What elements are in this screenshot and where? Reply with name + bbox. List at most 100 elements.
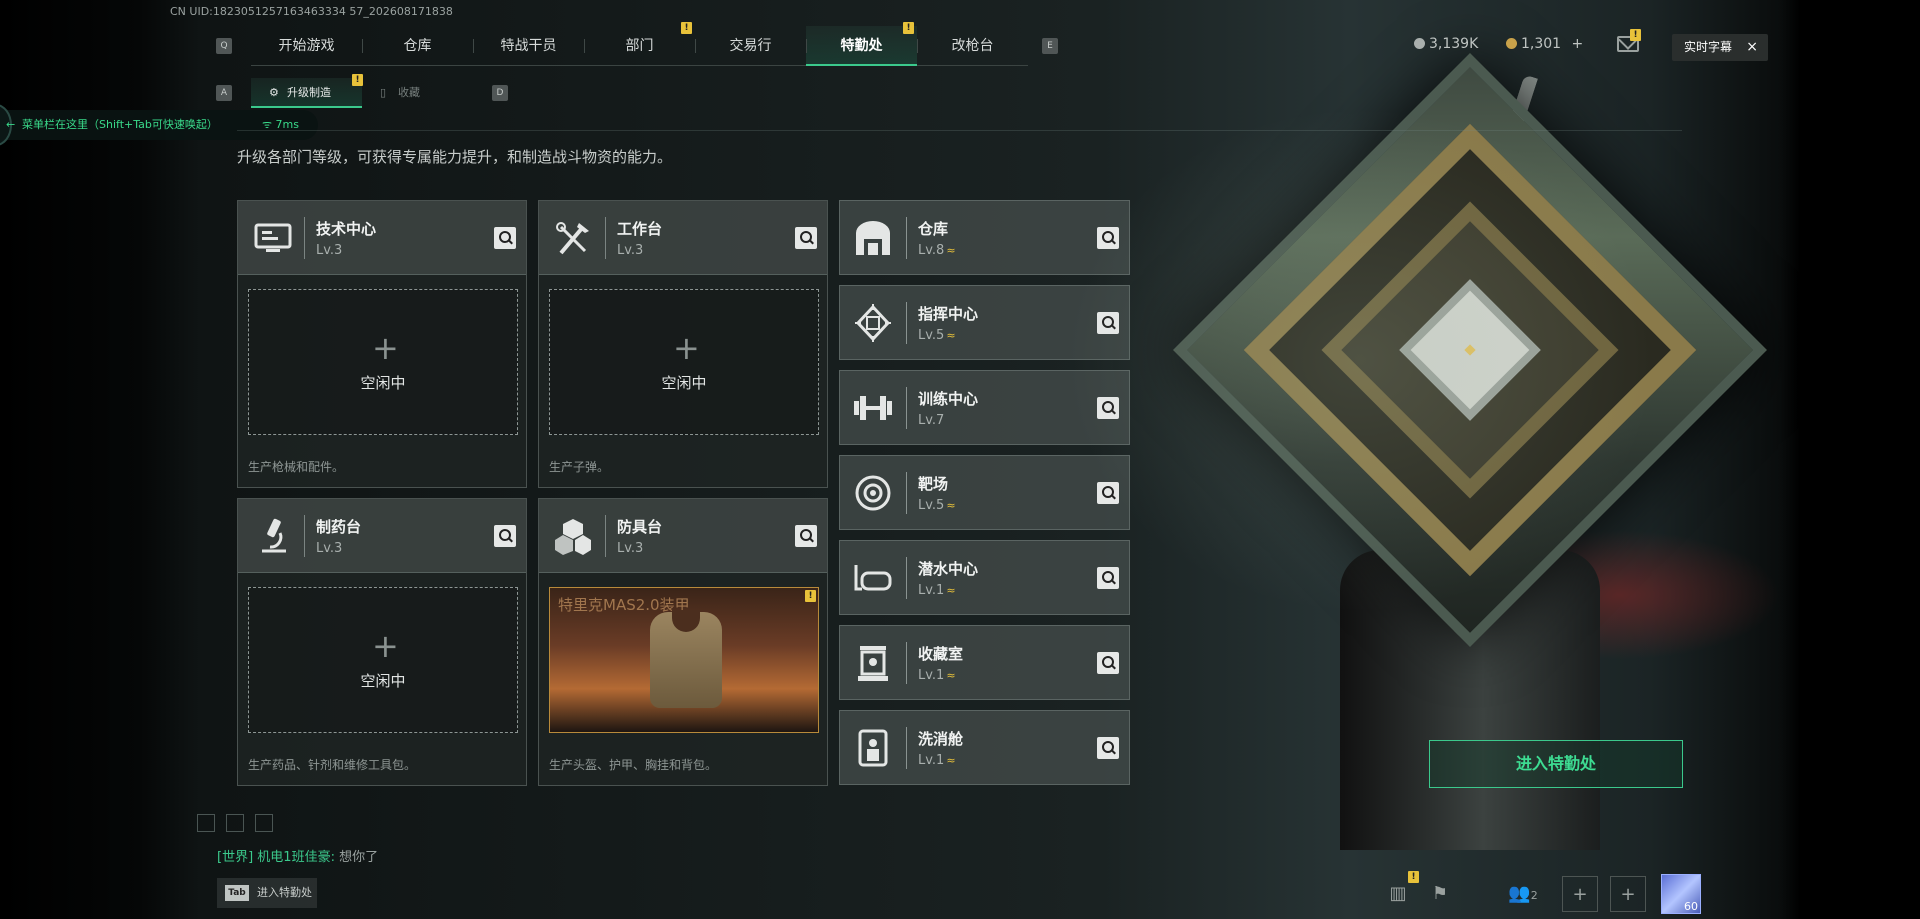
tab-operators[interactable]: 特战干员 [473, 26, 584, 66]
ping-indicator: ᯤ 7ms [262, 118, 299, 131]
workshop-header: 制药台 Lv.3 [238, 499, 526, 573]
plus-icon: + [673, 329, 700, 367]
tab-trading[interactable]: 交易行 [695, 26, 806, 66]
upgrade-available-icon: ≈ [946, 754, 956, 767]
facility-name: 洗消舱 [918, 730, 964, 748]
craft-slot[interactable]: + 空闲中 [549, 289, 819, 435]
search-icon[interactable] [1097, 397, 1119, 419]
close-icon[interactable]: × [1746, 34, 1758, 61]
slot-status: 空闲中 [360, 672, 406, 690]
workshop-card-pharmacy[interactable]: 制药台 Lv.3 + 空闲中 生产药品、针剂和维修工具包。 [237, 498, 527, 786]
flag-icon[interactable]: ⚑ [1422, 876, 1458, 912]
add-gold-button[interactable]: + [1572, 36, 1584, 52]
workshop-level: Lv.3 [617, 541, 644, 556]
workshop-description: 生产枪械和配件。 [248, 460, 345, 474]
tab-gunsmith[interactable]: 改枪台 [917, 26, 1028, 66]
slot-status: 空闲中 [661, 374, 707, 392]
facility-decon-pod[interactable]: 洗消舱 Lv.1 ≈ [839, 710, 1130, 785]
silver-currency: 3,139K [1414, 36, 1478, 52]
enter-special-ops-button[interactable]: 进入特勤处 [1429, 740, 1683, 788]
tab-special-ops[interactable]: 特勤处 [806, 26, 917, 66]
prev-subtab-key[interactable]: A [216, 85, 232, 101]
plus-icon: + [372, 329, 399, 367]
game-screen: CN UID:1823051257163463334 57_2026081718… [0, 0, 1920, 919]
craft-slot[interactable]: + 空闲中 [248, 289, 518, 435]
page-description: 升级各部门等级，可获得专属能力提升，和制造战斗物资的能力。 [237, 148, 673, 166]
warehouse-icon [856, 221, 890, 255]
chat-tab-icon[interactable] [255, 814, 273, 832]
tab-hint-label: 进入特勤处 [257, 886, 312, 899]
subtitle-label: 实时字幕 [1684, 40, 1733, 54]
tab-shortcut-hint[interactable]: Tab 进入特勤处 [217, 878, 317, 908]
friends-button[interactable]: 👥2 [1498, 876, 1548, 912]
player-avatar[interactable]: 60 [1661, 874, 1701, 914]
mail-alert-badge: ! [1630, 29, 1641, 41]
upgrade-available-icon: ≈ [946, 669, 956, 682]
workshop-name: 技术中心 [316, 220, 377, 238]
subtab-label: 升级制造 [287, 86, 331, 99]
chat-text: 想你了 [339, 850, 379, 865]
search-icon[interactable] [1097, 567, 1119, 589]
chat-message[interactable]: [世界] 机电1班佳豪: 想你了 [217, 846, 378, 865]
search-icon[interactable] [1097, 482, 1119, 504]
workshop-header: 工作台 Lv.3 [539, 201, 827, 275]
collection-icon: ▯ [380, 86, 387, 99]
arrow-left-icon: ← [6, 118, 16, 131]
facility-training-center[interactable]: 训练中心 Lv.7 [839, 370, 1130, 445]
tab-warehouse[interactable]: 仓库 [362, 26, 473, 66]
search-icon[interactable] [795, 227, 817, 249]
tab-departments[interactable]: 部门 [584, 26, 695, 66]
workshop-card-tech-center[interactable]: 技术中心 Lv.3 + 空闲中 生产枪械和配件。 [237, 200, 527, 488]
next-subtab-key[interactable]: D [492, 85, 508, 101]
facility-name: 潜水中心 [918, 560, 979, 578]
search-icon[interactable] [494, 227, 516, 249]
facility-shooting-range[interactable]: 靶场 Lv.5 ≈ [839, 455, 1130, 530]
facility-level: Lv.5 ≈ [918, 328, 956, 343]
facility-command-center[interactable]: 指挥中心 Lv.5 ≈ [839, 285, 1130, 360]
gold-currency[interactable]: 1,301 + [1506, 36, 1583, 52]
subtab-label: 收藏 [398, 86, 420, 99]
subtab-collection[interactable]: ▯ 收藏 [362, 78, 473, 108]
workshop-description: 生产头盔、护甲、胸挂和背包。 [549, 758, 718, 772]
craft-slot[interactable]: + 空闲中 [248, 587, 518, 733]
tab-start-game[interactable]: 开始游戏 [251, 26, 362, 66]
workshop-card-armor[interactable]: 防具台 Lv.3 特里克MAS2.0装甲 ! 生产头盔、护甲、胸挂和背包。 [538, 498, 828, 786]
upgrade-available-icon: ≈ [946, 584, 956, 597]
upgrade-available-icon: ≈ [946, 499, 956, 512]
crafting-item-slot[interactable]: 特里克MAS2.0装甲 ! [549, 587, 819, 733]
search-icon[interactable] [1097, 737, 1119, 759]
menu-hint-bar[interactable]: ← 菜单栏在这里（Shift+Tab可快速唤起） ᯤ 7ms [0, 104, 318, 146]
facility-level: Lv.8 ≈ [918, 243, 956, 258]
facility-warehouse[interactable]: 仓库 Lv.8 ≈ [839, 200, 1130, 275]
add-slot-button[interactable]: + [1610, 876, 1646, 912]
cube-scene [1140, 53, 1800, 850]
chat-tab-icon[interactable] [197, 814, 215, 832]
facility-collection-room[interactable]: 收藏室 Lv.1 ≈ [839, 625, 1130, 700]
subtab-upgrade-craft[interactable]: ⚙ 升级制造 [251, 78, 362, 108]
prev-tab-key[interactable]: Q [216, 38, 232, 54]
facility-name: 指挥中心 [918, 305, 979, 323]
chat-tab-icon[interactable] [226, 814, 244, 832]
search-icon[interactable] [494, 525, 516, 547]
craft-icon: ⚙ [269, 86, 279, 99]
item-alert-badge: ! [805, 590, 816, 602]
facility-diving-center[interactable]: 潜水中心 Lv.1 ≈ [839, 540, 1130, 615]
add-slot-button[interactable]: + [1562, 876, 1598, 912]
search-icon[interactable] [795, 525, 817, 547]
search-icon[interactable] [1097, 312, 1119, 334]
facility-name: 训练中心 [918, 390, 979, 408]
friends-icon: 👥 [1508, 883, 1531, 904]
search-icon[interactable] [1097, 652, 1119, 674]
workshop-level: Lv.3 [316, 541, 343, 556]
workshop-card-workbench[interactable]: 工作台 Lv.3 + 空闲中 生产子弹。 [538, 200, 828, 488]
player-uid: CN UID:1823051257163463334 57_2026081718… [170, 5, 453, 18]
player-level: 60 [1684, 900, 1698, 913]
departments-alert-badge: ! [681, 22, 692, 34]
next-tab-key[interactable]: E [1042, 38, 1058, 54]
facility-level: Lv.7 [918, 413, 945, 428]
workshop-level: Lv.3 [617, 243, 644, 258]
upgrade-available-icon: ≈ [946, 329, 956, 342]
live-subtitle-button[interactable]: 实时字幕 × [1672, 34, 1768, 61]
search-icon[interactable] [1097, 227, 1119, 249]
gold-coin-icon [1506, 38, 1517, 49]
